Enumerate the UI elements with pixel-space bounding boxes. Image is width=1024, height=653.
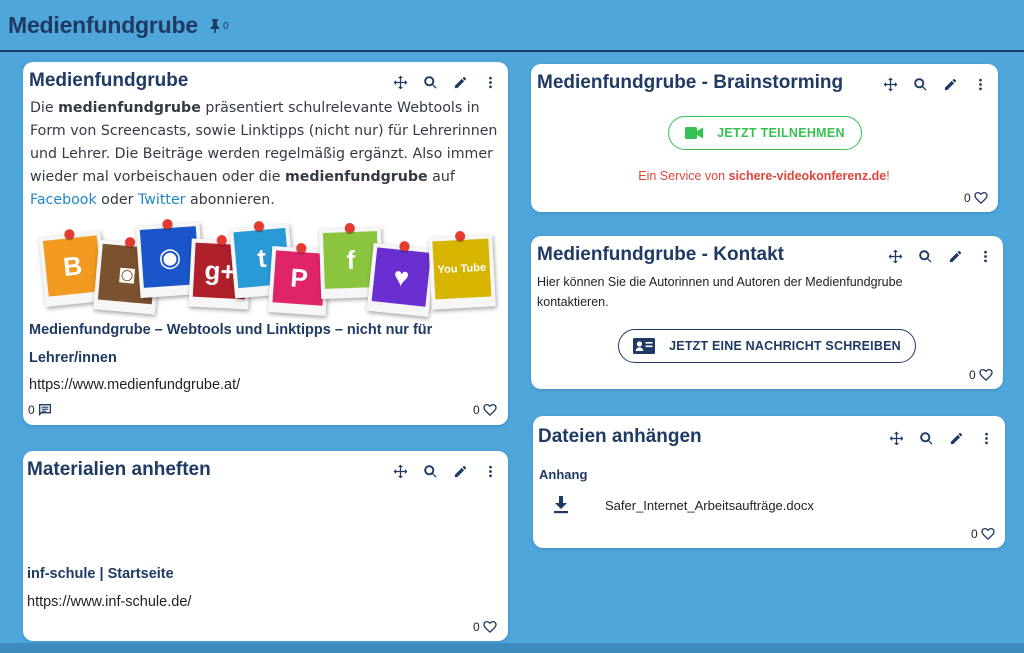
contact-card-icon (633, 338, 656, 354)
move-icon[interactable] (385, 72, 415, 92)
link-preview-title[interactable]: Medienfundgrube – Webtools und Linktipps… (29, 316, 489, 372)
facebook-link[interactable]: Facebook (30, 192, 97, 208)
post-title: Medienfundgrube - Kontakt (537, 244, 784, 265)
service-text: ! (886, 169, 890, 183)
contact-description: Hier können Sie die Autorinnen und Autor… (537, 275, 903, 309)
move-icon[interactable] (880, 246, 910, 266)
link-preview-url[interactable]: https://www.medienfundgrube.at/ (29, 377, 240, 393)
service-note: Ein Service von sichere-videokonferenz.d… (531, 169, 997, 183)
pinterest-icon: P (272, 250, 326, 306)
twitter-link[interactable]: Twitter (138, 192, 186, 208)
pin-indicator[interactable]: 0 (209, 19, 229, 33)
zoom-icon[interactable] (415, 461, 445, 481)
like-counter[interactable]: 0 (971, 526, 996, 542)
more-icon[interactable] (971, 428, 1001, 448)
edit-icon[interactable] (941, 428, 971, 448)
collage-polaroid: ♥ (366, 240, 436, 318)
edit-icon[interactable] (935, 74, 965, 94)
link-preview-url[interactable]: https://www.inf-schule.de/ (27, 594, 191, 610)
bottom-strip (0, 643, 1024, 653)
join-meeting-button[interactable]: JETZT TEILNEHMEN (668, 116, 862, 150)
service-link[interactable]: sichere-videokonferenz.de (729, 169, 887, 183)
like-count: 0 (969, 368, 976, 382)
post-title: Materialien anheften (27, 459, 211, 480)
zoom-icon[interactable] (910, 246, 940, 266)
post-toolbar (881, 428, 1001, 448)
move-icon[interactable] (385, 461, 415, 481)
post-toolbar (880, 246, 1000, 266)
post-title: Medienfundgrube - Brainstorming (537, 72, 844, 93)
like-count: 0 (473, 620, 480, 634)
board-title: Medienfundgrube (8, 12, 198, 38)
post-card-kontakt[interactable]: Medienfundgrube - Kontakt Hier können Si… (531, 236, 1003, 389)
like-counter[interactable]: 0 (964, 190, 989, 206)
more-icon[interactable] (475, 461, 505, 481)
like-counter[interactable]: 0 (473, 619, 498, 635)
desc-bold: medienfundgrube (58, 100, 201, 116)
attachment-row[interactable]: Safer_Internet_Arbeitsaufträge.docx (553, 496, 814, 514)
like-counter[interactable]: 0 (969, 367, 994, 383)
more-icon[interactable] (475, 72, 505, 92)
desc-text: Die (30, 100, 59, 116)
social-media-collage-image[interactable]: B ◙ ◉ g+ t Pf ♥ You Tube (18, 218, 498, 318)
heart-icon (981, 528, 995, 540)
heart-icon (974, 192, 988, 204)
heart-icon (979, 369, 993, 381)
post-toolbar (385, 72, 505, 92)
zoom-icon[interactable] (415, 72, 445, 92)
like-counter[interactable]: 0 (473, 402, 498, 418)
comment-counter[interactable]: 0 (28, 402, 53, 418)
service-text: Ein Service von (638, 169, 729, 183)
like-count: 0 (473, 403, 480, 417)
post-description: Die medienfundgrube präsentiert schulrel… (30, 97, 500, 212)
youtube-icon: You Tube (432, 238, 492, 300)
edit-icon[interactable] (940, 246, 970, 266)
pin-icon (210, 19, 220, 33)
move-icon[interactable] (875, 74, 905, 94)
heart-icon (483, 621, 497, 633)
comment-count: 0 (28, 403, 35, 417)
post-title: Dateien anhängen (538, 426, 702, 447)
write-message-label: JETZT EINE NACHRICHT SCHREIBEN (669, 339, 901, 353)
post-toolbar (385, 461, 505, 481)
post-card-brainstorming[interactable]: Medienfundgrube - Brainstorming JETZT TE… (531, 64, 998, 212)
desc-text: auf (427, 169, 455, 185)
blogger-icon: B (42, 235, 103, 297)
pin-count: 0 (223, 20, 229, 32)
more-icon[interactable] (970, 246, 1000, 266)
heart-icon (483, 404, 497, 416)
video-camera-icon (685, 127, 704, 139)
download-icon[interactable] (553, 496, 569, 514)
twitter-icon: ♥ (371, 247, 431, 307)
move-icon[interactable] (881, 428, 911, 448)
edit-icon[interactable] (445, 461, 475, 481)
zoom-icon[interactable] (905, 74, 935, 94)
post-card-dateien[interactable]: Dateien anhängen Anhang Safer_Internet_A… (533, 416, 1005, 548)
join-meeting-label: JETZT TEILNEHMEN (717, 126, 845, 140)
edit-icon[interactable] (445, 72, 475, 92)
comment-icon (38, 404, 51, 416)
post-card-medienfundgrube[interactable]: Medienfundgrube Die medienfundgrube präs… (23, 62, 508, 425)
desc-text: oder (96, 192, 138, 208)
post-card-materialien[interactable]: Materialien anheften inf-schule | Starts… (23, 451, 508, 641)
collage-polaroid: You Tube (428, 230, 496, 310)
desc-text: abonnieren. (185, 192, 275, 208)
link-preview-title[interactable]: inf-schule | Startseite (27, 560, 174, 588)
more-icon[interactable] (965, 74, 995, 94)
board-header: Medienfundgrube 0 (0, 0, 1024, 52)
desc-bold: medienfundgrube (284, 169, 428, 185)
post-title: Medienfundgrube (29, 70, 189, 91)
attachment-section-label: Anhang (539, 467, 588, 482)
zoom-icon[interactable] (911, 428, 941, 448)
write-message-button[interactable]: JETZT EINE NACHRICHT SCHREIBEN (618, 329, 916, 363)
attachment-file-name[interactable]: Safer_Internet_Arbeitsaufträge.docx (605, 498, 814, 513)
like-count: 0 (964, 191, 971, 205)
like-count: 0 (971, 527, 978, 541)
post-toolbar (875, 74, 995, 94)
